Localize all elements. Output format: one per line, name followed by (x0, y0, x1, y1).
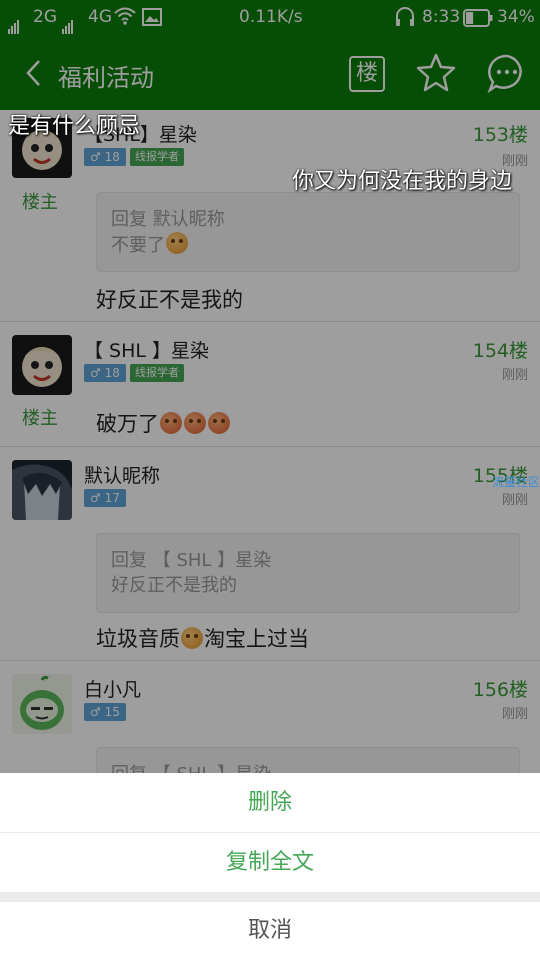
danmaku-text: 你又为何没在我的身边 (292, 169, 513, 194)
delete-button[interactable]: 删除 (0, 773, 540, 832)
side-tag: 流量社区 (491, 475, 540, 489)
action-sheet: 删除 复制全文 取消 (0, 773, 540, 960)
cancel-button[interactable]: 取消 (0, 902, 540, 960)
copy-all-button[interactable]: 复制全文 (0, 833, 540, 892)
danmaku-text: 是有什么顾忌 (8, 114, 141, 139)
